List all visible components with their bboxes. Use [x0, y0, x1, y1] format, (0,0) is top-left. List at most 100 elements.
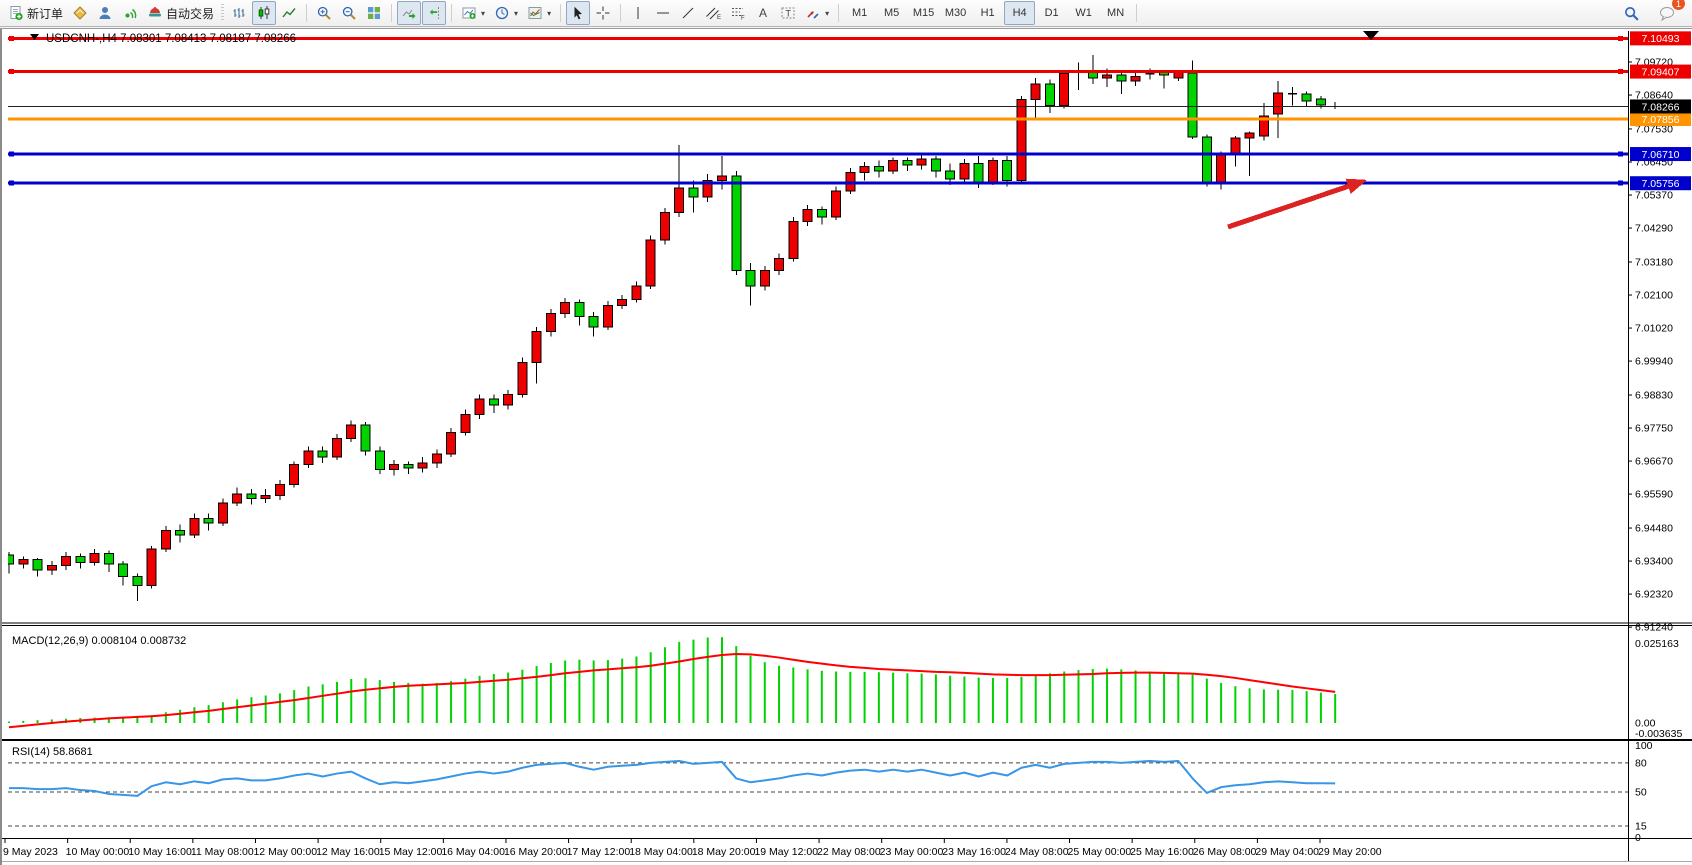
text-label-tool-button[interactable]: T — [776, 1, 800, 25]
bear-candle-body — [1188, 73, 1197, 137]
indicators-button[interactable]: ▾ — [457, 1, 489, 25]
time-axis-label: 22 May 08:00 — [817, 846, 881, 858]
svg-text:A: A — [759, 6, 767, 20]
macd-scale-label: 0.025163 — [1635, 638, 1679, 650]
candle — [1202, 134, 1211, 186]
timeframe-button-H4[interactable]: H4 — [1004, 1, 1035, 25]
line-handle-left[interactable] — [9, 181, 14, 186]
price-chart-canvas[interactable]: USDCNH-,H4 7.08301 7.08413 7.08187 7.082… — [0, 29, 1692, 865]
arrows-tool-icon — [805, 5, 821, 21]
bear-candle-body — [76, 556, 85, 562]
timeframe-button-M15[interactable]: M15 — [908, 1, 939, 25]
timeframe-button-H1[interactable]: H1 — [972, 1, 1003, 25]
macd-label: MACD(12,26,9) 0.008104 0.008732 — [12, 635, 186, 647]
candle — [1060, 72, 1069, 109]
bull-candle-body — [1017, 99, 1026, 180]
timeframe-button-M5[interactable]: M5 — [876, 1, 907, 25]
bull-candle-body — [718, 176, 727, 181]
crosshair-tool-button[interactable] — [591, 1, 615, 25]
bear-candle-body — [489, 399, 498, 405]
profile-icon — [97, 5, 113, 21]
bull-candle-body — [561, 303, 570, 314]
time-axis-label: 15 May 12:00 — [379, 846, 443, 858]
auto-trading-button[interactable]: 自动交易 — [143, 1, 218, 25]
toolbar-separator — [1136, 4, 1137, 22]
candle — [290, 462, 299, 488]
bull-candle-body — [47, 566, 56, 571]
candle — [646, 235, 655, 289]
line-handle-left[interactable] — [9, 152, 14, 157]
line-handle-right[interactable] — [1618, 69, 1623, 74]
timeframe-button-M1[interactable]: M1 — [844, 1, 875, 25]
new-order-button[interactable]: 新订单 — [4, 1, 67, 25]
line-handle-right[interactable] — [1618, 181, 1623, 186]
timeframe-button-M30[interactable]: M30 — [940, 1, 971, 25]
line-handle-left[interactable] — [9, 36, 14, 41]
rsi-scale-label: 15 — [1635, 820, 1647, 832]
timeframe-button-MN[interactable]: MN — [1100, 1, 1131, 25]
zoom-out-button[interactable] — [337, 1, 361, 25]
trendline-tool-button[interactable] — [676, 1, 700, 25]
timeframe-button-W1[interactable]: W1 — [1068, 1, 1099, 25]
bar-chart-mode-button[interactable] — [227, 1, 251, 25]
signals-button[interactable] — [118, 1, 142, 25]
time-axis-label: 25 May 16:00 — [1130, 846, 1194, 858]
price-axis-tick-label: 6.99940 — [1635, 356, 1673, 368]
text-label-icon: T — [780, 5, 796, 21]
line-handle-right[interactable] — [1618, 152, 1623, 157]
auto-scroll-button[interactable] — [397, 1, 421, 25]
arrows-tool-button[interactable]: ▾ — [801, 1, 833, 25]
fibonacci-icon: F — [730, 5, 746, 21]
periods-dropdown-caret: ▾ — [514, 9, 518, 18]
toolbar-separator — [560, 4, 561, 22]
gold-diamond-icon — [72, 5, 88, 21]
svg-text:T: T — [786, 9, 792, 19]
cursor-tool-button[interactable] — [566, 1, 590, 25]
chart-shift-button[interactable] — [422, 1, 446, 25]
chart-title: USDCNH-,H4 7.08301 7.08413 7.08187 7.082… — [46, 33, 296, 45]
bull-candle-body — [1031, 84, 1040, 99]
toolbar-separator — [620, 4, 621, 22]
vertical-line-tool-button[interactable] — [626, 1, 650, 25]
notifications-button[interactable]: 1 — [1654, 1, 1680, 25]
bull-candle-body — [675, 188, 684, 212]
notification-badge: 1 — [1671, 0, 1686, 11]
templates-button[interactable]: ▾ — [523, 1, 555, 25]
time-axis-label: 29 May 04:00 — [1255, 846, 1319, 858]
search-button[interactable] — [1619, 1, 1644, 25]
tile-windows-button[interactable] — [362, 1, 386, 25]
line-handle-right[interactable] — [1618, 36, 1623, 41]
bull-candle-body — [860, 167, 869, 173]
price-axis-tick-label: 7.02100 — [1635, 290, 1673, 302]
bear-candle-body — [689, 188, 698, 197]
horizontal-line-tool-button[interactable] — [651, 1, 675, 25]
zoom-in-button[interactable] — [312, 1, 336, 25]
fibonacci-tool-button[interactable]: F — [726, 1, 750, 25]
tile-windows-icon — [366, 5, 382, 21]
timeframe-button-D1[interactable]: D1 — [1036, 1, 1067, 25]
arrows-dropdown-caret: ▾ — [825, 9, 829, 18]
text-tool-button[interactable]: A — [751, 1, 775, 25]
trading-terminal-window: 新订单 自动交易 — [0, 0, 1692, 865]
equidistant-channel-tool-button[interactable]: E — [701, 1, 725, 25]
time-axis-label: 16 May 20:00 — [504, 846, 568, 858]
bull-candle-body — [1131, 76, 1140, 81]
bear-candle-body — [1302, 94, 1311, 101]
bull-candle-body — [917, 159, 926, 165]
text-tool-icon: A — [755, 5, 771, 21]
candlestick-mode-button[interactable] — [252, 1, 276, 25]
toolbar-separator — [451, 4, 452, 22]
line-chart-mode-button[interactable] — [277, 1, 301, 25]
bear-candle-body — [732, 176, 741, 271]
candle — [789, 217, 798, 261]
market-watch-button[interactable] — [68, 1, 92, 25]
bull-candle-body — [546, 313, 555, 331]
profile-button[interactable] — [93, 1, 117, 25]
price-line-label: 7.09407 — [1642, 66, 1680, 78]
bear-candle-body — [119, 564, 128, 576]
time-axis-label: 24 May 08:00 — [1005, 846, 1069, 858]
time-axis-label: 23 May 00:00 — [880, 846, 944, 858]
periods-button[interactable]: ▾ — [490, 1, 522, 25]
bull-candle-body — [504, 394, 513, 405]
line-handle-left[interactable] — [9, 69, 14, 74]
